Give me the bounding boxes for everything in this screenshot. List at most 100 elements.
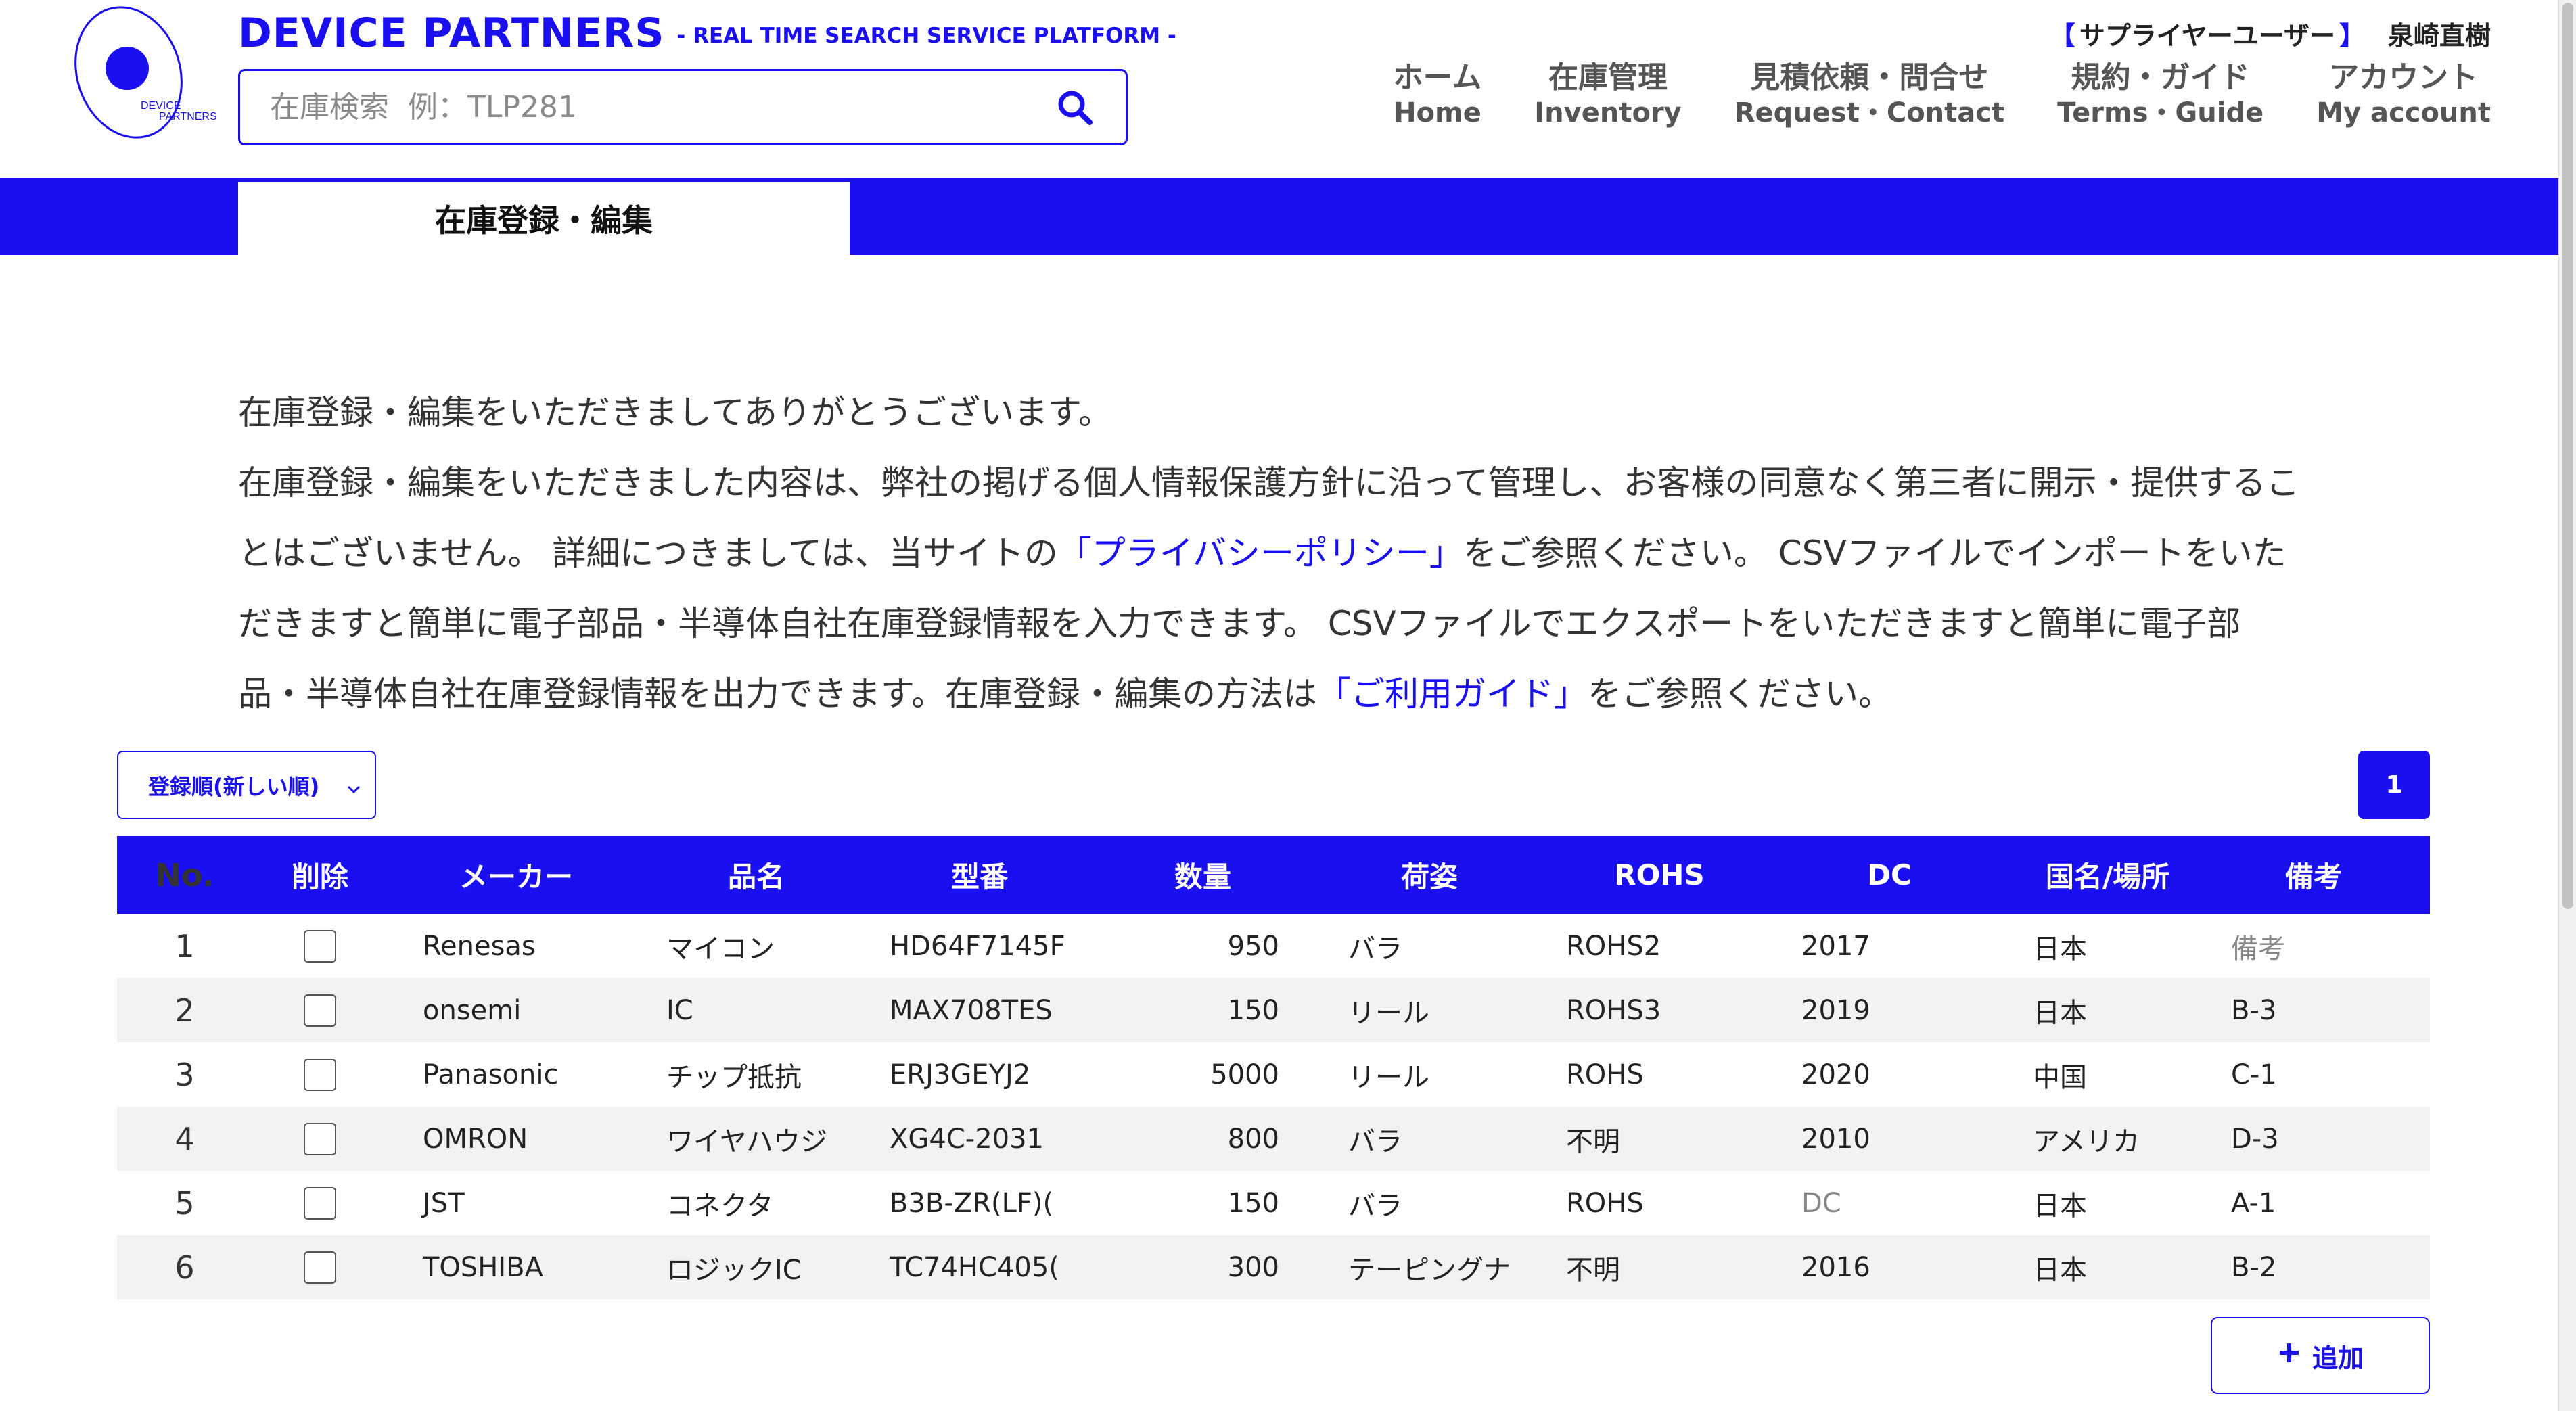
cell-country[interactable]: 日本 — [2004, 991, 2211, 1030]
cell-no: 1 — [175, 927, 195, 965]
cell-rohs[interactable]: ROHS — [1544, 1059, 1774, 1090]
delete-checkbox[interactable] — [304, 1122, 336, 1155]
main-nav: ホーム Home 在庫管理 Inventory 見積依頼・問合せ Request… — [1394, 60, 2491, 130]
privacy-policy-link[interactable]: 「プライバシーポリシー」 — [1058, 534, 1463, 573]
cell-country[interactable]: 日本 — [2004, 1184, 2211, 1223]
page-scrollbar[interactable] — [2558, 0, 2576, 1411]
cell-packaging[interactable]: テーピングナ — [1314, 1248, 1544, 1287]
cell-name[interactable]: コネクタ — [645, 1184, 868, 1223]
header-country: 国名/場所 — [2045, 860, 2170, 894]
header-name: 品名 — [727, 860, 785, 894]
search-icon[interactable] — [1054, 87, 1096, 129]
cell-remarks[interactable]: A-1 — [2211, 1188, 2416, 1219]
cell-maker[interactable]: JST — [388, 1188, 645, 1219]
cell-model[interactable]: TC74HC405( — [868, 1252, 1091, 1283]
cell-rohs[interactable]: ROHS2 — [1544, 931, 1774, 962]
cell-maker[interactable]: Panasonic — [388, 1059, 645, 1090]
cell-delete — [252, 1058, 388, 1091]
cell-maker[interactable]: onsemi — [388, 995, 645, 1026]
intro-line1: 在庫登録・編集をいただきましてありがとうございます。 — [238, 393, 1112, 432]
add-label: 追加 — [2312, 1343, 2364, 1373]
cell-packaging[interactable]: バラ — [1314, 1184, 1544, 1223]
user-guide-link[interactable]: 「ご利用ガイド」 — [1317, 674, 1588, 714]
cell-packaging[interactable]: バラ — [1314, 1119, 1544, 1159]
brand: DEVICE PARTNERS - REAL TIME SEARCH SERVIC… — [238, 9, 1176, 57]
sort-select[interactable]: 登録順(新しい順) — [117, 751, 376, 819]
cell-quantity[interactable]: 150 — [1091, 995, 1314, 1026]
header-maker: メーカー — [459, 860, 573, 894]
cell-dc[interactable]: 2016 — [1774, 1252, 2004, 1283]
cell-maker[interactable]: TOSHIBA — [388, 1252, 645, 1283]
cell-packaging[interactable]: リール — [1314, 991, 1544, 1030]
delete-checkbox[interactable] — [304, 1058, 336, 1091]
cell-no: 5 — [175, 1184, 195, 1222]
nav-home[interactable]: ホーム Home — [1394, 60, 1482, 130]
pagination-page-button[interactable]: 1 — [2358, 751, 2430, 819]
add-row-button[interactable]: 追加 — [2211, 1317, 2430, 1394]
cell-quantity[interactable]: 800 — [1091, 1124, 1314, 1155]
svg-text:DEVICE: DEVICE — [141, 100, 181, 112]
cell-quantity[interactable]: 150 — [1091, 1188, 1314, 1219]
cell-rohs[interactable]: ROHS3 — [1544, 995, 1774, 1026]
cell-dc[interactable]: 2010 — [1774, 1124, 2004, 1155]
cell-name[interactable]: チップ抵抗 — [645, 1055, 868, 1094]
header-dc: DC — [1867, 858, 1912, 892]
cell-model[interactable]: MAX708TES — [868, 995, 1091, 1026]
scrollbar-thumb[interactable] — [2562, 3, 2573, 909]
role-bracket-close: 】 — [2339, 21, 2365, 51]
cell-rohs[interactable]: 不明 — [1544, 1248, 1774, 1287]
site-logo[interactable]: DEVICE PARTNERS — [54, 3, 220, 142]
svg-text:PARTNERS: PARTNERS — [159, 111, 217, 122]
cell-remarks[interactable]: B-3 — [2211, 995, 2416, 1026]
table-row: 4 OMRON ワイヤハウジ XG4C-2031 800 バラ 不明 2010 … — [117, 1107, 2430, 1171]
cell-model[interactable]: HD64F7145F — [868, 931, 1091, 962]
user-role: サプライヤーユーザー — [2079, 21, 2335, 51]
cell-model[interactable]: ERJ3GEYJ2 — [868, 1059, 1091, 1090]
cell-name[interactable]: IC — [645, 995, 868, 1026]
cell-model[interactable]: B3B-ZR(LF)( — [868, 1188, 1091, 1219]
nav-account[interactable]: アカウント My account — [2316, 60, 2491, 130]
nav-account-en: My account — [2316, 97, 2491, 129]
delete-checkbox[interactable] — [304, 1251, 336, 1284]
nav-inventory[interactable]: 在庫管理 Inventory — [1534, 60, 1681, 130]
cell-remarks[interactable]: B-2 — [2211, 1252, 2416, 1283]
cell-model[interactable]: XG4C-2031 — [868, 1124, 1091, 1155]
table-row: 5 JST コネクタ B3B-ZR(LF)( 150 バラ ROHS DC 日本… — [117, 1171, 2430, 1235]
table-row: 1 Renesas マイコン HD64F7145F 950 バラ ROHS2 2… — [117, 914, 2430, 978]
cell-dc[interactable]: 2020 — [1774, 1059, 2004, 1090]
cell-country[interactable]: 中国 — [2004, 1055, 2211, 1094]
search-input[interactable] — [270, 90, 1054, 124]
cell-maker[interactable]: Renesas — [388, 931, 645, 962]
cell-rohs[interactable]: 不明 — [1544, 1119, 1774, 1159]
cell-no: 2 — [175, 992, 195, 1029]
cell-country[interactable]: アメリカ — [2004, 1119, 2211, 1159]
delete-checkbox[interactable] — [304, 929, 336, 963]
header-packaging: 荷姿 — [1400, 860, 1458, 894]
cell-quantity[interactable]: 300 — [1091, 1252, 1314, 1283]
cell-packaging[interactable]: バラ — [1314, 927, 1544, 966]
cell-quantity[interactable]: 5000 — [1091, 1059, 1314, 1090]
nav-request-contact[interactable]: 見積依頼・問合せ Request・Contact — [1734, 60, 2004, 130]
cell-dc[interactable]: DC — [1774, 1188, 2004, 1219]
cell-name[interactable]: ロジックIC — [645, 1248, 868, 1287]
user-name[interactable]: 泉崎直樹 — [2388, 21, 2491, 51]
cell-remarks[interactable]: 備考 — [2211, 927, 2416, 966]
nav-terms-guide[interactable]: 規約・ガイド Terms・Guide — [2057, 60, 2263, 130]
tab-inventory-edit[interactable]: 在庫登録・編集 — [238, 182, 850, 255]
cell-remarks[interactable]: C-1 — [2211, 1059, 2416, 1090]
cell-country[interactable]: 日本 — [2004, 927, 2211, 966]
cell-name[interactable]: ワイヤハウジ — [645, 1119, 868, 1159]
delete-checkbox[interactable] — [304, 994, 336, 1027]
cell-name[interactable]: マイコン — [645, 927, 868, 966]
cell-maker[interactable]: OMRON — [388, 1124, 645, 1155]
cell-remarks[interactable]: D-3 — [2211, 1124, 2416, 1155]
nav-home-jp: ホーム — [1393, 60, 1482, 95]
search-bar — [238, 69, 1128, 145]
cell-country[interactable]: 日本 — [2004, 1248, 2211, 1287]
delete-checkbox[interactable] — [304, 1186, 336, 1220]
cell-dc[interactable]: 2017 — [1774, 931, 2004, 962]
cell-quantity[interactable]: 950 — [1091, 931, 1314, 962]
cell-dc[interactable]: 2019 — [1774, 995, 2004, 1026]
cell-packaging[interactable]: リール — [1314, 1055, 1544, 1094]
cell-rohs[interactable]: ROHS — [1544, 1188, 1774, 1219]
